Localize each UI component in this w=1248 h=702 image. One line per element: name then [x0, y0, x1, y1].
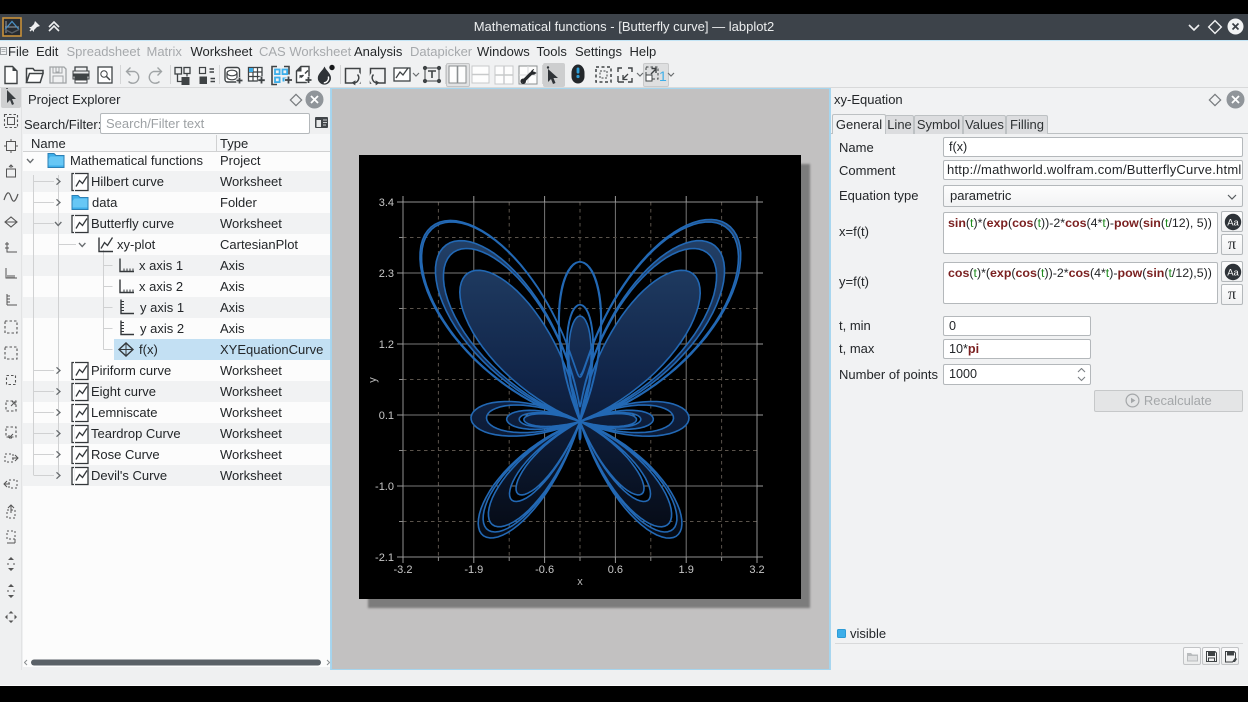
- svg-text:-0.6: -0.6: [535, 564, 554, 576]
- svg-text:Aa: Aa: [1227, 268, 1239, 279]
- svg-text:Aa: Aa: [1227, 218, 1239, 229]
- svg-text:x: x: [577, 576, 583, 588]
- svg-text:-2.1: -2.1: [375, 552, 394, 564]
- svg-text:0.1: 0.1: [379, 410, 394, 422]
- svg-text:3.4: 3.4: [379, 197, 394, 209]
- svg-text:3.2: 3.2: [749, 564, 764, 576]
- svg-text:y: y: [367, 377, 379, 383]
- svg-text:-1.9: -1.9: [464, 564, 483, 576]
- svg-text:1: 1: [659, 68, 667, 84]
- svg-text:-3.2: -3.2: [394, 564, 413, 576]
- svg-text:1.9: 1.9: [679, 564, 694, 576]
- svg-text:0.6: 0.6: [608, 564, 623, 576]
- svg-text:-1.0: -1.0: [375, 481, 394, 493]
- svg-text:1.2: 1.2: [379, 339, 394, 351]
- svg-text:2.3: 2.3: [379, 268, 394, 280]
